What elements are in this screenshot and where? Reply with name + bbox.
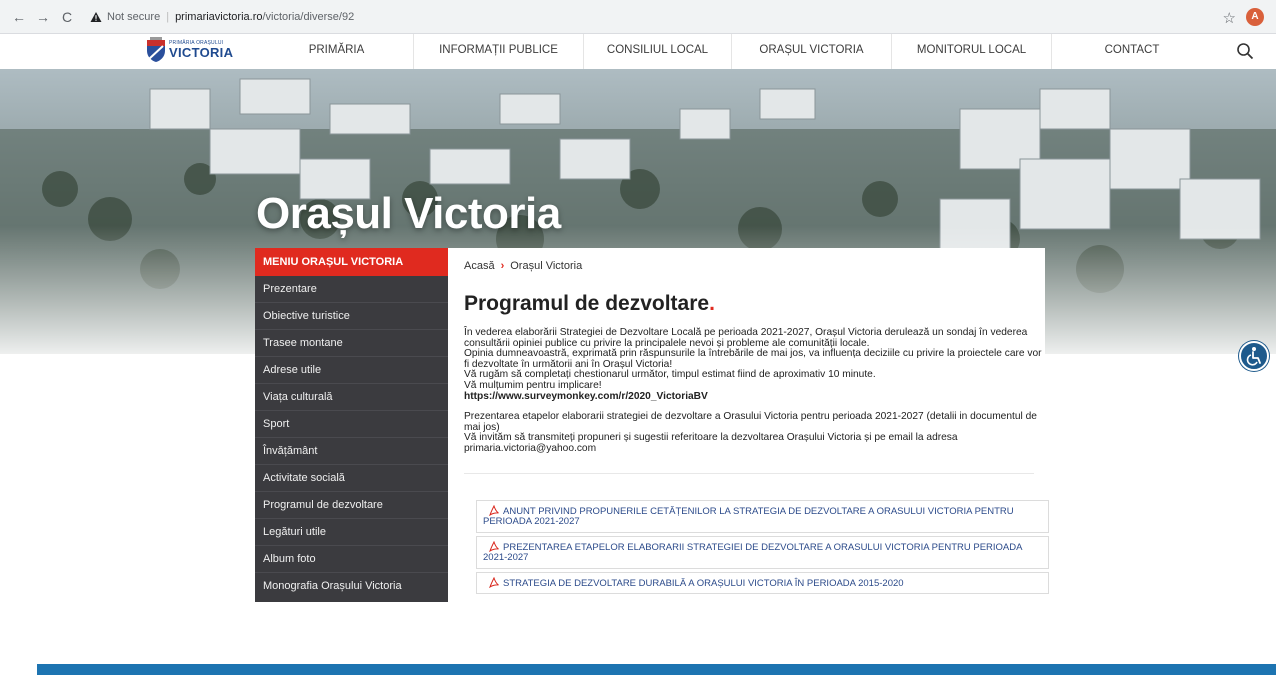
sidebar-item-programul-de-dezvoltare[interactable]: Programul de dezvoltare [255,492,448,519]
sidebar-item-obiective-turistice[interactable]: Obiective turistice [255,303,448,330]
document-link-prezentarea[interactable]: PREZENTAREA ETAPELOR ELABORARII STRATEGI… [476,535,1049,569]
paragraph: Prezentarea etapelor elaborarii strategi… [464,411,1037,433]
divider [464,472,1034,474]
coat-of-arms-icon [147,37,165,62]
sidebar-item-sport[interactable]: Sport [255,411,448,438]
url-path: /victoria/diverse/92 [262,10,355,23]
nav-informatii-publice[interactable]: INFORMAȚII PUBLICE [414,34,584,69]
sidebar-item-monografia[interactable]: Monografia Orașului Victoria [255,573,448,602]
forward-icon[interactable]: → [34,8,52,26]
address-separator: | [166,10,170,23]
document-title: PREZENTAREA ETAPELOR ELABORARII STRATEGI… [483,541,1022,564]
site-logo[interactable]: PRIMĂRIA ORAȘULUI VICTORIA [146,37,233,63]
nav-primaria[interactable]: PRIMĂRIA [260,34,414,69]
url-domain: primariavictoria.ro [175,10,263,23]
chevron-right-icon: › [500,260,505,272]
breadcrumb-current[interactable]: Orașul Victoria [510,260,582,272]
breadcrumb: Acasă › Orașul Victoria [464,260,1045,272]
browser-toolbar: ← → C Not secure | primariavictoria.ro /… [0,0,1276,34]
wheelchair-icon [1246,347,1261,366]
back-icon[interactable]: ← [10,8,28,26]
warning-icon [90,11,102,22]
pdf-icon [489,576,499,588]
site-header: PRIMĂRIA ORAȘULUI VICTORIA PRIMĂRIA INFO… [0,34,1276,69]
sidebar-item-prezentare[interactable]: Prezentare [255,276,448,303]
main-navigation: PRIMĂRIA INFORMAȚII PUBLICE CONSILIUL LO… [260,34,1212,69]
document-title: STRATEGIA DE DEZVOLTARE DURABILĂ A ORAȘU… [503,577,904,589]
profile-avatar-icon[interactable]: A [1246,8,1264,26]
paragraph: În vederea elaborării Strategiei de Dezv… [464,327,1028,349]
hero-title: Orașul Victoria [256,189,561,238]
sidebar-item-adrese-utile[interactable]: Adrese utile [255,357,448,384]
reload-icon[interactable]: C [58,8,76,26]
sidebar-item-trasee-montane[interactable]: Trasee montane [255,330,448,357]
sidebar-item-viata-culturala[interactable]: Viața culturală [255,384,448,411]
paragraph: Opinia dumneavoastră, exprimată prin răs… [464,348,1042,370]
paragraph: Vă mulțumim pentru implicare! [464,379,602,391]
footer-bar [37,664,1276,675]
nav-contact[interactable]: CONTACT [1052,34,1212,69]
breadcrumb-home-link[interactable]: Acasă [464,260,495,272]
document-link-anunt[interactable]: ANUNT PRIVIND PROPUNERILE CETĂȚENILOR LA… [476,499,1049,533]
page-title-text: Programul de dezvoltare [464,292,710,315]
pdf-icon [489,540,499,552]
page-title: Programul de dezvoltare. [464,292,1045,316]
article-body: În vederea elaborării Strategiei de Dezv… [464,327,1044,455]
sidebar-menu: MENIU ORAȘUL VICTORIA Prezentare Obiecti… [255,248,448,602]
page-title-dot: . [709,292,715,315]
sidebar-header: MENIU ORAȘUL VICTORIA [255,248,448,276]
nav-orasul-victoria[interactable]: ORAȘUL VICTORIA [732,34,892,69]
pdf-icon [489,504,499,516]
search-icon[interactable] [1236,42,1254,60]
survey-link[interactable]: https://www.surveymonkey.com/r/2020_Vict… [464,391,1044,403]
document-link-strategia[interactable]: STRATEGIA DE DEZVOLTARE DURABILĂ A ORAȘU… [476,571,1049,595]
document-title: ANUNT PRIVIND PROPUNERILE CETĂȚENILOR LA… [483,505,1014,528]
sidebar-item-legaturi-utile[interactable]: Legături utile [255,519,448,546]
main-content: Acasă › Orașul Victoria Programul de dez… [448,248,1049,628]
nav-monitorul-local[interactable]: MONITORUL LOCAL [892,34,1052,69]
nav-consiliul-local[interactable]: CONSILIUL LOCAL [584,34,732,69]
accessibility-button[interactable] [1239,341,1269,371]
security-label: Not secure [107,10,161,23]
bookmark-star-icon[interactable]: ☆ [1223,9,1236,27]
document-list: ANUNT PRIVIND PROPUNERILE CETĂȚENILOR LA… [476,499,1049,595]
sidebar-item-invatamant[interactable]: Învățământ [255,438,448,465]
paragraph: Vă invităm să transmiteți propuneri și s… [464,432,958,454]
sidebar-item-activitate-sociala[interactable]: Activitate socială [255,465,448,492]
sidebar-item-album-foto[interactable]: Album foto [255,546,448,573]
address-bar[interactable]: Not secure | primariavictoria.ro /victor… [90,6,354,28]
logo-title: VICTORIA [169,45,234,60]
